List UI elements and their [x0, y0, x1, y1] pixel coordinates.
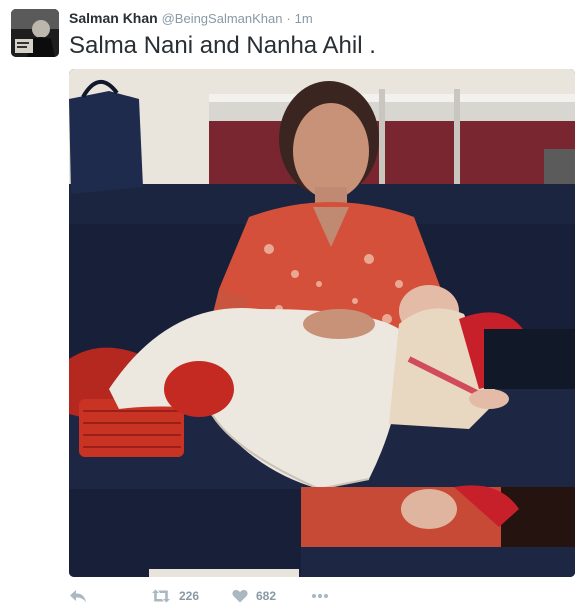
avatar-image [11, 9, 59, 57]
retweet-icon [152, 589, 170, 603]
tweet-header: Salman Khan @BeingSalmanKhan · 1m [69, 9, 313, 28]
more-button[interactable] [311, 585, 329, 607]
tweet-photo[interactable] [69, 69, 575, 577]
tweet-actions: 226 682 [69, 585, 539, 607]
heart-icon [232, 589, 248, 603]
photo-image [69, 69, 575, 577]
retweet-button[interactable]: 226 [151, 585, 199, 607]
tweet-time[interactable]: 1m [295, 11, 313, 26]
author-name[interactable]: Salman Khan [69, 10, 158, 26]
more-dots-icon [311, 593, 329, 599]
like-count: 682 [256, 589, 277, 603]
reply-icon [70, 590, 86, 602]
retweet-count: 226 [179, 589, 200, 603]
like-button[interactable]: 682 [232, 585, 276, 607]
separator: · [286, 11, 291, 26]
tweet-text: Salma Nani and Nanha Ahil . [69, 32, 376, 59]
author-handle[interactable]: @BeingSalmanKhan [162, 11, 283, 26]
reply-button[interactable] [69, 585, 87, 607]
author-avatar[interactable] [11, 9, 59, 57]
